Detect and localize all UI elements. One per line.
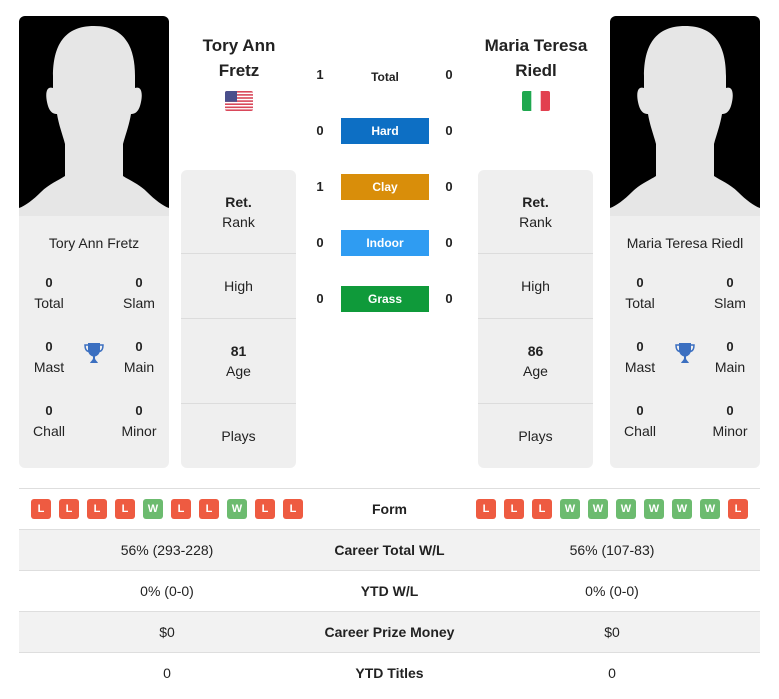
titles-slam: 0 Slam xyxy=(714,275,746,311)
form-row: LLLLWLLWLL Form LLLWWWWWWL xyxy=(19,488,760,529)
titles-main: 0 Main xyxy=(123,339,155,375)
titles-mast: 0 Mast xyxy=(624,339,656,375)
high-row: High xyxy=(478,254,593,319)
rank-row: Ret. Rank xyxy=(181,170,296,254)
silhouette-icon xyxy=(610,26,760,216)
h2h-hard: 0 Hard 0 xyxy=(300,116,470,172)
titles-minor: 0 Minor xyxy=(712,403,748,439)
player1-name[interactable]: Tory Ann Fretz xyxy=(174,33,304,83)
form-loss-badge[interactable]: L xyxy=(59,499,79,519)
player1-titles: 0 Total 0 Slam 0 Mast 0 Main 0 Chall 0 Minor xyxy=(19,273,169,463)
h2h-total: 1 Total 0 xyxy=(316,67,453,84)
form-loss-badge[interactable]: L xyxy=(532,499,552,519)
player2-form: LLLWWWWWWL xyxy=(464,499,760,519)
player2-card-name: Maria Teresa Riedl xyxy=(626,235,744,251)
h2h-clay: 1 Clay 0 xyxy=(300,172,470,228)
titles-total: 0 Total xyxy=(625,275,655,311)
titles-total: 0 Total xyxy=(34,275,64,311)
player1-stats: Ret. Rank High 81 Age Plays xyxy=(181,170,296,468)
player1-form: LLLLWLLWLL xyxy=(19,499,315,519)
form-loss-badge[interactable]: L xyxy=(476,499,496,519)
form-loss-badge[interactable]: L xyxy=(728,499,748,519)
plays-row: Plays xyxy=(518,428,553,444)
h2h-indoor: 0 Indoor 0 xyxy=(300,228,470,284)
player2-photo xyxy=(610,16,760,216)
grass-badge: Grass xyxy=(341,286,429,312)
career-wl-row: 56% (293-228) Career Total W/L 56% (107-… xyxy=(19,529,760,570)
form-loss-badge[interactable]: L xyxy=(115,499,135,519)
player1-card-name: Tory Ann Fretz xyxy=(48,235,140,251)
trophy-icon xyxy=(675,343,695,363)
titles-chall: 0 Chall xyxy=(33,403,65,439)
form-loss-badge[interactable]: L xyxy=(31,499,51,519)
form-win-badge[interactable]: W xyxy=(227,499,247,519)
trophy-icon xyxy=(84,343,104,363)
comparison-table: LLLLWLLWLL Form LLLWWWWWWL 56% (293-228)… xyxy=(19,488,760,693)
player2-titles: 0 Total 0 Slam 0 Mast 0 Main 0 Chall 0 Minor xyxy=(610,273,760,463)
titles-main: 0 Main xyxy=(714,339,746,375)
prize-money-row: $0 Career Prize Money $0 xyxy=(19,611,760,652)
player1-header: Tory Ann Fretz xyxy=(174,33,304,116)
clay-badge: Clay xyxy=(341,174,429,200)
form-loss-badge[interactable]: L xyxy=(199,499,219,519)
player2-stats: Ret. Rank High 86 Age Plays xyxy=(478,170,593,468)
form-loss-badge[interactable]: L xyxy=(171,499,191,519)
age-row: 86 Age xyxy=(478,319,593,404)
player1-photo xyxy=(19,16,169,216)
form-win-badge[interactable]: W xyxy=(700,499,720,519)
h2h-surfaces: 1 Total 0 0 Hard 0 1 Clay 0 0 Indoor 0 0… xyxy=(300,60,470,340)
form-win-badge[interactable]: W xyxy=(672,499,692,519)
indoor-badge: Indoor xyxy=(341,230,429,256)
ytd-titles-row: 0 YTD Titles 0 xyxy=(19,652,760,693)
plays-row: Plays xyxy=(221,428,256,444)
player2-card: Maria Teresa Riedl 0 Total 0 Slam 0 Mast 0M… xyxy=(610,16,760,468)
player1-card: Tory Ann Fretz 0 Total 0 Slam 0 Mast 0 Main … xyxy=(19,16,169,468)
titles-chall: 0 Chall xyxy=(624,403,656,439)
form-win-badge[interactable]: W xyxy=(560,499,580,519)
player2-name[interactable]: Maria Teresa Riedl xyxy=(471,33,601,83)
us-flag-icon xyxy=(225,91,253,111)
ytd-wl-row: 0% (0-0) YTD W/L 0% (0-0) xyxy=(19,570,760,611)
age-row: 81 Age xyxy=(181,319,296,404)
form-win-badge[interactable]: W xyxy=(143,499,163,519)
form-loss-badge[interactable]: L xyxy=(504,499,524,519)
form-loss-badge[interactable]: L xyxy=(283,499,303,519)
form-win-badge[interactable]: W xyxy=(616,499,636,519)
form-loss-badge[interactable]: L xyxy=(255,499,275,519)
silhouette-icon xyxy=(19,26,169,216)
player2-header: Maria Teresa Riedl xyxy=(471,33,601,116)
hard-badge: Hard xyxy=(341,118,429,144)
titles-minor: 0 Minor xyxy=(121,403,157,439)
form-win-badge[interactable]: W xyxy=(588,499,608,519)
rank-row: Ret. Rank xyxy=(478,170,593,254)
form-win-badge[interactable]: W xyxy=(644,499,664,519)
h2h-grass: 0 Grass 0 xyxy=(300,284,470,340)
titles-slam: 0 Slam xyxy=(123,275,155,311)
titles-mast: 0 Mast xyxy=(33,339,65,375)
form-loss-badge[interactable]: L xyxy=(87,499,107,519)
high-row: High xyxy=(181,254,296,319)
italy-flag-icon xyxy=(522,91,550,111)
